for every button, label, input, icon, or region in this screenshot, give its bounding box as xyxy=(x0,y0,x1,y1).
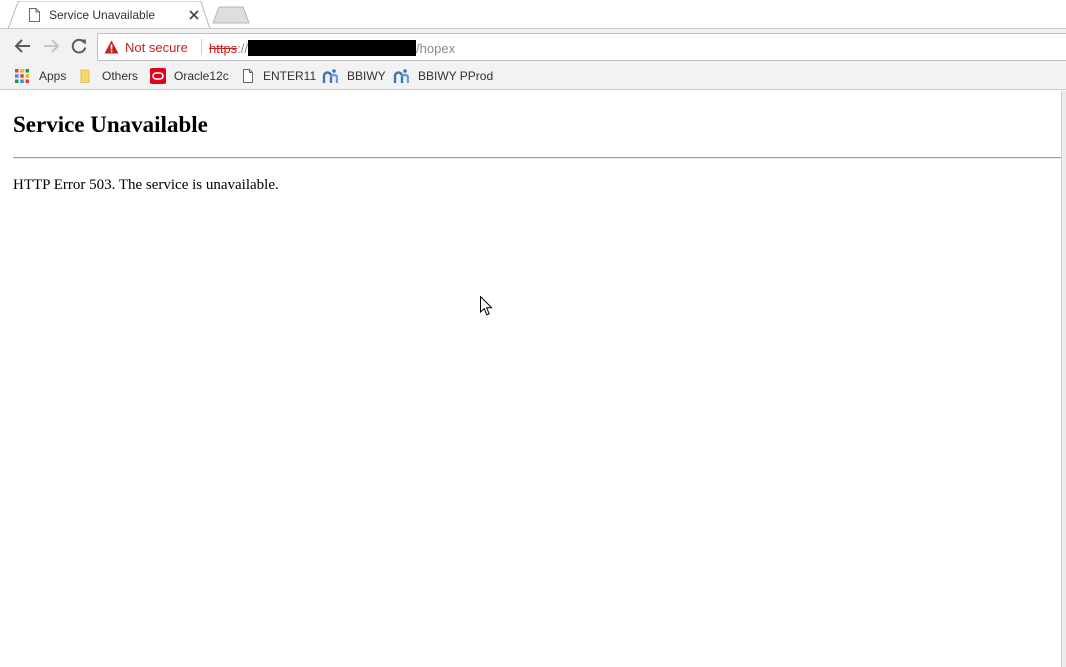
bookmark-label: Others xyxy=(102,69,139,83)
url-separator: :// xyxy=(237,41,249,56)
error-message: HTTP Error 503. The service is unavailab… xyxy=(13,177,279,193)
page-icon xyxy=(243,69,253,83)
bookmark-label: Apps xyxy=(39,69,67,83)
url-path: /hopex xyxy=(416,41,456,56)
url-host-redacted xyxy=(248,40,417,56)
bookmark-label: ENTER11 xyxy=(263,69,317,83)
close-icon[interactable] xyxy=(187,8,201,22)
bookmark-label: BBIWY xyxy=(347,69,386,83)
back-arrow-icon[interactable] xyxy=(14,37,32,55)
new-tab-button[interactable] xyxy=(212,6,250,24)
page-icon xyxy=(29,8,40,22)
bookmark-bbiwy[interactable]: BBIWY xyxy=(322,67,386,85)
bookmark-apps[interactable]: Apps xyxy=(14,67,70,85)
app-logo-icon xyxy=(393,69,409,83)
apps-grid-icon xyxy=(15,69,29,83)
url-scheme: https xyxy=(209,41,238,56)
bookmark-label: Oracle12c xyxy=(174,69,229,83)
bookmark-oracle12c[interactable]: Oracle12c xyxy=(150,67,230,85)
window-right-edge xyxy=(1061,91,1066,667)
forward-arrow-icon[interactable] xyxy=(42,37,60,55)
bookmark-bbiwy-pprod[interactable]: BBIWY PProd xyxy=(393,67,493,85)
security-divider xyxy=(201,39,202,55)
warning-triangle-icon[interactable] xyxy=(104,40,119,54)
bookmark-label: BBIWY PProd xyxy=(418,69,494,83)
mouse-cursor-icon xyxy=(480,296,493,316)
reload-icon[interactable] xyxy=(70,37,88,55)
tab-title: Service Unavailable xyxy=(49,8,156,22)
security-status[interactable]: Not secure xyxy=(125,40,188,55)
tab-service-unavailable[interactable]: Service Unavailable xyxy=(8,1,210,29)
horizontal-rule xyxy=(13,157,1061,159)
address-bar[interactable]: Not secure https:// /hopex xyxy=(97,33,1066,61)
app-logo-icon xyxy=(322,69,338,83)
bookmark-others[interactable]: Others xyxy=(79,67,141,85)
bookmark-enter11[interactable]: ENTER11 xyxy=(240,67,317,85)
bookmarks-bar: Apps Others Oracle12c ENTER11 BBIWY BBIW… xyxy=(0,63,1066,90)
page-title: Service Unavailable xyxy=(13,112,208,137)
oracle-icon xyxy=(150,68,166,84)
folder-icon xyxy=(80,69,90,83)
url-text[interactable]: https:// /hopex xyxy=(209,40,455,56)
tab-strip: Service Unavailable xyxy=(0,0,1066,29)
browser-toolbar: Not secure https:// /hopex xyxy=(0,29,1066,63)
page-content: Service Unavailable HTTP Error 503. The … xyxy=(0,91,1061,667)
